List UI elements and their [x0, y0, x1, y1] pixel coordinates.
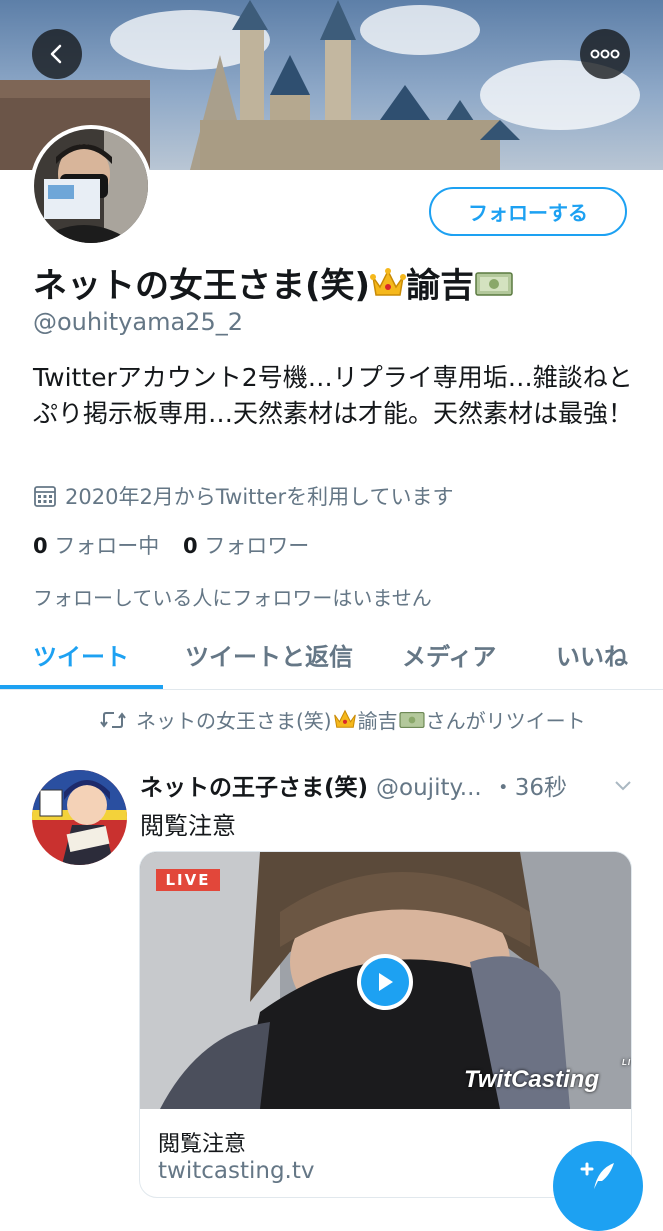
retweeter-name[interactable]: ネットの女王さま(笑): [136, 709, 332, 733]
following-link[interactable]: 0 フォロー中: [33, 534, 159, 558]
twitcasting-logo-text: TwitCasting: [464, 1066, 600, 1093]
tweet-menu-button[interactable]: [613, 778, 633, 797]
followers-count: 0: [183, 534, 198, 558]
more-button[interactable]: [580, 29, 630, 79]
tab-likes[interactable]: いいね: [556, 637, 628, 672]
active-tab-indicator: [0, 685, 163, 689]
tweet-header: ネットの王子さま(笑) @oujity... ・36秒: [140, 768, 567, 802]
followers-link[interactable]: 0 フォロワー: [183, 534, 309, 558]
compose-tweet-button[interactable]: [553, 1141, 643, 1231]
money-emoji: [398, 709, 426, 737]
back-button[interactable]: [32, 29, 82, 79]
profile-name-text: ネットの女王さま(笑): [33, 266, 371, 306]
link-card[interactable]: LIVE TwitCasting LIVE 閲覧注意 twitcasting.tv: [139, 851, 632, 1198]
tab-media[interactable]: メディア: [402, 637, 496, 672]
following-count: 0: [33, 534, 48, 558]
retweet-icon: [100, 709, 126, 737]
retweet-context: ネットの女王さま(笑) 諭吉 さんがリツイート: [100, 707, 620, 737]
profile-name-suffix: 諭吉: [406, 266, 475, 306]
profile-tabs: ツイート ツイートと返信 メディア いいね: [0, 625, 663, 690]
more-icon: [590, 49, 620, 59]
mutual-followers-note: フォローしている人にフォロワーはいません: [33, 586, 432, 610]
play-button[interactable]: [357, 954, 413, 1010]
followers-label: フォロワー: [204, 534, 310, 558]
profile-bio: Twitterアカウント2号機…リプライ専用垢…雑談ねとぷり掲示板専用…天然素材…: [33, 363, 634, 428]
tweet-timestamp: ・36秒: [491, 775, 568, 801]
money-emoji: [474, 268, 514, 308]
card-domain: twitcasting.tv: [158, 1158, 315, 1184]
chevron-down-icon: [615, 781, 631, 791]
back-arrow-icon: [50, 44, 62, 64]
card-title: 閲覧注意: [158, 1132, 247, 1157]
card-thumbnail: LIVE TwitCasting LIVE: [140, 852, 631, 1109]
tweet-text: 閲覧注意: [140, 812, 236, 840]
follow-counts: 0 フォロー中 0 フォロワー: [33, 530, 309, 560]
profile-handle: @ouhityama25_2: [33, 308, 243, 336]
crown-emoji: [370, 267, 407, 308]
live-badge: LIVE: [156, 869, 220, 891]
crown-emoji: [332, 708, 358, 737]
retweeter-name-suffix: 諭吉: [357, 709, 398, 733]
tab-tweets[interactable]: ツイート: [33, 637, 129, 672]
calendar-icon: [34, 486, 56, 507]
following-label: フォロー中: [54, 534, 160, 558]
retweet-text: さんがリツイート: [425, 709, 586, 733]
joined-date: 2020年2月からTwitterを利用しています: [33, 481, 454, 511]
tweet-author-name[interactable]: ネットの王子さま(笑): [140, 775, 368, 801]
twitcasting-logo-live: LIVE: [622, 1058, 631, 1067]
tab-tweets-and-replies[interactable]: ツイートと返信: [185, 637, 353, 672]
profile-name: ネットの女王さま(笑) 諭吉: [33, 258, 514, 308]
follow-button[interactable]: フォローする: [429, 187, 627, 236]
compose-icon: [580, 1162, 614, 1189]
tweet-author-avatar[interactable]: [32, 770, 127, 865]
twitcasting-logo: TwitCasting LIVE: [464, 1058, 631, 1094]
play-icon: [379, 973, 393, 991]
joined-text: 2020年2月からTwitterを利用しています: [65, 485, 454, 509]
profile-avatar[interactable]: [30, 125, 152, 247]
tweet-author-handle: @oujity...: [376, 775, 482, 801]
